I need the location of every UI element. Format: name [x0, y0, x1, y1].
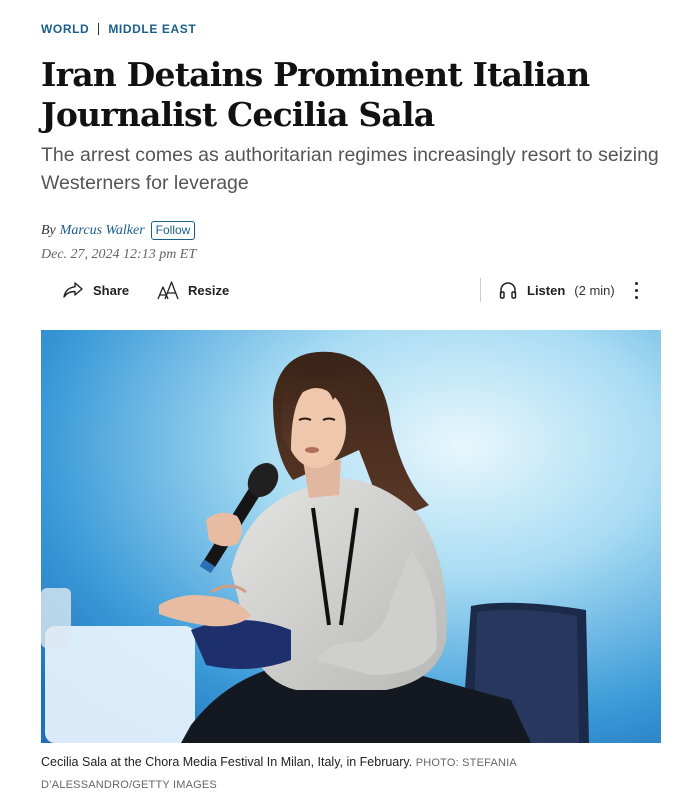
resize-icon: [157, 280, 179, 300]
section-breadcrumb: WORLD MIDDLE EAST: [41, 22, 196, 36]
listen-duration: (2 min): [574, 282, 615, 298]
photo-caption: Cecilia Sala at the Chora Media Festival…: [41, 752, 561, 796]
more-icon[interactable]: [629, 277, 643, 303]
caption-text: Cecilia Sala at the Chora Media Festival…: [41, 755, 413, 769]
byline: By Marcus Walker Follow: [41, 221, 196, 240]
share-icon: [62, 281, 84, 299]
listen-label: Listen: [527, 282, 566, 298]
article-toolbar: Share Resize Listen (2 min): [41, 277, 661, 303]
byline-prefix: By: [41, 222, 56, 238]
headline: Iran Detains Prominent Italian Journalis…: [41, 55, 590, 134]
breadcrumb-divider: [98, 23, 100, 35]
publish-date: Dec. 27, 2024 12:13 pm ET: [41, 247, 197, 262]
listen-button[interactable]: Listen (2 min): [498, 277, 615, 303]
section-link-world[interactable]: WORLD: [41, 22, 89, 36]
section-link-middle-east[interactable]: MIDDLE EAST: [108, 22, 196, 36]
toolbar-divider: [480, 278, 481, 302]
headphones-icon: [498, 280, 518, 300]
author-link[interactable]: Marcus Walker: [60, 223, 145, 239]
share-button[interactable]: Share: [62, 277, 129, 303]
follow-button[interactable]: Follow: [150, 221, 196, 240]
share-label: Share: [93, 282, 130, 298]
resize-label: Resize: [188, 282, 230, 298]
resize-button[interactable]: Resize: [157, 277, 229, 303]
dek: The arrest comes as authoritarian regime…: [41, 144, 659, 194]
article-photo: [41, 330, 661, 743]
